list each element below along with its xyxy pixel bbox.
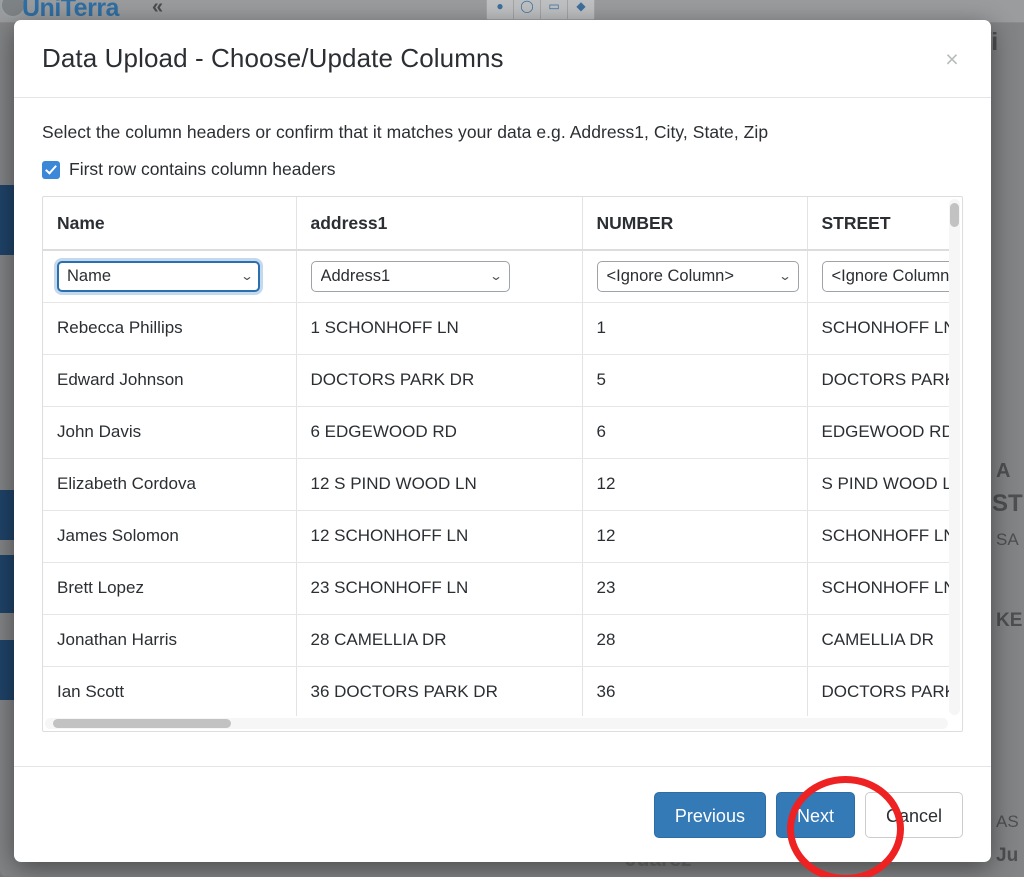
table-row: Rebecca Phillips 1 SCHONHOFF LN 1 SCHONH…: [43, 302, 949, 355]
column-mapping-select-3-value: <Ignore Column>: [831, 266, 950, 285]
column-header-1: address1: [296, 197, 583, 251]
table-vertical-scrollbar[interactable]: [949, 199, 960, 715]
cell-address1: 12 SCHONHOFF LN: [296, 510, 583, 563]
chevron-down-icon: ⌄: [240, 269, 254, 284]
mapping-cell-1: Address1 ⌄: [296, 250, 583, 303]
next-button[interactable]: Next: [775, 791, 855, 838]
pin-icon[interactable]: ●: [487, 0, 513, 19]
column-mapping-select-2-value: <Ignore Column>: [606, 266, 735, 285]
cell-street: SCHONHOFF LN: [807, 562, 949, 615]
first-row-headers-row[interactable]: First row contains column headers: [42, 159, 963, 180]
map-toolbar-group: ● ◯ ▭ ◆: [486, 0, 595, 20]
table-body: Name ⌄ Address1 ⌄ <Ignore Column> ⌄ <Ign…: [43, 250, 949, 716]
column-mapping-select-2[interactable]: <Ignore Column> ⌄: [596, 260, 799, 292]
chevron-down-icon: ⌄: [778, 269, 793, 284]
cell-number: 12: [582, 510, 808, 563]
column-mapping-select-1[interactable]: Address1 ⌄: [310, 260, 510, 292]
cell-number: 12: [582, 458, 808, 511]
data-upload-modal: Data Upload - Choose/Update Columns × Se…: [14, 20, 991, 862]
mapping-cell-2: <Ignore Column> ⌄: [582, 250, 808, 303]
column-mapping-select-1-value: Address1: [320, 266, 391, 285]
cell-name: Edward Johnson: [43, 354, 297, 407]
bg-map-label-3: SA: [996, 530, 1019, 549]
cell-street: EDGEWOOD RD: [807, 406, 949, 459]
cell-number: 1: [582, 302, 808, 355]
table-scroll-viewport: Name address1 NUMBER STREET Name ⌄ Addre…: [43, 197, 949, 716]
column-header-3: STREET: [807, 197, 949, 251]
cell-address1: 23 SCHONHOFF LN: [296, 562, 583, 615]
table-row: James Solomon 12 SCHONHOFF LN 12 SCHONHO…: [43, 510, 949, 563]
cell-address1: DOCTORS PARK DR: [296, 354, 583, 407]
modal-footer: Previous Next Cancel: [14, 766, 991, 862]
table-row: John Davis 6 EDGEWOOD RD 6 EDGEWOOD RD: [43, 406, 949, 459]
cell-address1: 36 DOCTORS PARK DR: [296, 666, 583, 716]
bookmark-icon[interactable]: ◆: [568, 0, 594, 19]
first-row-headers-label: First row contains column headers: [69, 159, 336, 179]
bg-map-label-6: Ju: [996, 845, 1019, 866]
circle-icon[interactable]: ◯: [514, 0, 540, 19]
table-head: Name address1 NUMBER STREET: [43, 197, 949, 251]
close-icon[interactable]: ×: [935, 42, 969, 76]
column-header-2: NUMBER: [582, 197, 808, 251]
instruction-text: Select the column headers or confirm tha…: [42, 122, 769, 142]
previous-button[interactable]: Previous: [653, 791, 766, 838]
first-row-headers-checkbox[interactable]: [42, 160, 60, 179]
cell-address1: 1 SCHONHOFF LN: [296, 302, 583, 355]
table-horizontal-scrollbar-thumb[interactable]: [53, 719, 231, 728]
cell-street: CAMELLIA DR: [807, 614, 949, 667]
cell-number: 28: [582, 614, 808, 667]
table-row: Edward Johnson DOCTORS PARK DR 5 DOCTORS…: [43, 354, 949, 407]
cell-street: SCHONHOFF LN: [807, 510, 949, 563]
table-row: Ian Scott 36 DOCTORS PARK DR 36 DOCTORS …: [43, 666, 949, 716]
column-header-0: Name: [43, 197, 297, 251]
cell-street: S PIND WOOD LN: [807, 458, 949, 511]
cell-street: DOCTORS PARK DR: [807, 666, 949, 716]
table-horizontal-scrollbar[interactable]: [45, 718, 948, 729]
column-mapping-select-0-value: Name: [67, 266, 112, 285]
table-row: Brett Lopez 23 SCHONHOFF LN 23 SCHONHOFF…: [43, 562, 949, 615]
cell-name: Jonathan Harris: [43, 614, 297, 667]
table-header-row: Name address1 NUMBER STREET: [43, 197, 949, 251]
modal-body: Select the column headers or confirm tha…: [14, 98, 991, 766]
mapping-cell-0: Name ⌄: [43, 250, 297, 303]
screen: Vi A ST SA KE AS Ju Juarez UniTerra « ● …: [0, 0, 1024, 877]
cell-number: 5: [582, 354, 808, 407]
cell-name: Ian Scott: [43, 666, 297, 716]
cell-number: 36: [582, 666, 808, 716]
page-title: Data Upload - Choose/Update Columns: [42, 43, 504, 73]
cell-address1: 6 EDGEWOOD RD: [296, 406, 583, 459]
cell-address1: 28 CAMELLIA DR: [296, 614, 583, 667]
bg-map-label-2: ST: [992, 490, 1023, 517]
cancel-button[interactable]: Cancel: [864, 791, 963, 838]
cell-street: SCHONHOFF LN: [807, 302, 949, 355]
cell-street: DOCTORS PARK DR: [807, 354, 949, 407]
modal-header: Data Upload - Choose/Update Columns ×: [14, 20, 991, 98]
bg-map-label-5: AS: [996, 812, 1019, 831]
sidebar-collapse-icon[interactable]: «: [152, 0, 163, 19]
column-mapping-table-container: Name address1 NUMBER STREET Name ⌄ Addre…: [42, 196, 963, 732]
cell-name: Elizabeth Cordova: [43, 458, 297, 511]
chevron-down-icon: ⌄: [489, 269, 504, 284]
cell-number: 6: [582, 406, 808, 459]
column-mapping-select-3[interactable]: <Ignore Column> ⌄: [821, 260, 950, 292]
table-vertical-scrollbar-thumb[interactable]: [950, 203, 959, 227]
bg-map-label-1: A: [996, 460, 1011, 482]
cell-address1: 12 S PIND WOOD LN: [296, 458, 583, 511]
column-mapping-row: Name ⌄ Address1 ⌄ <Ignore Column> ⌄ <Ign…: [43, 250, 950, 303]
cell-name: James Solomon: [43, 510, 297, 563]
cell-name: John Davis: [43, 406, 297, 459]
cell-name: Brett Lopez: [43, 562, 297, 615]
column-mapping-select-0[interactable]: Name ⌄: [57, 260, 260, 292]
cell-name: Rebecca Phillips: [43, 302, 297, 355]
cell-number: 23: [582, 562, 808, 615]
table-row: Jonathan Harris 28 CAMELLIA DR 28 CAMELL…: [43, 614, 949, 667]
table-row: Elizabeth Cordova 12 S PIND WOOD LN 12 S…: [43, 458, 949, 511]
rectangle-icon[interactable]: ▭: [541, 0, 567, 19]
bg-map-label-4: KE: [996, 610, 1023, 631]
mapping-cell-3: <Ignore Column> ⌄: [807, 250, 950, 303]
column-mapping-table: Name address1 NUMBER STREET Name ⌄ Addre…: [43, 197, 949, 716]
